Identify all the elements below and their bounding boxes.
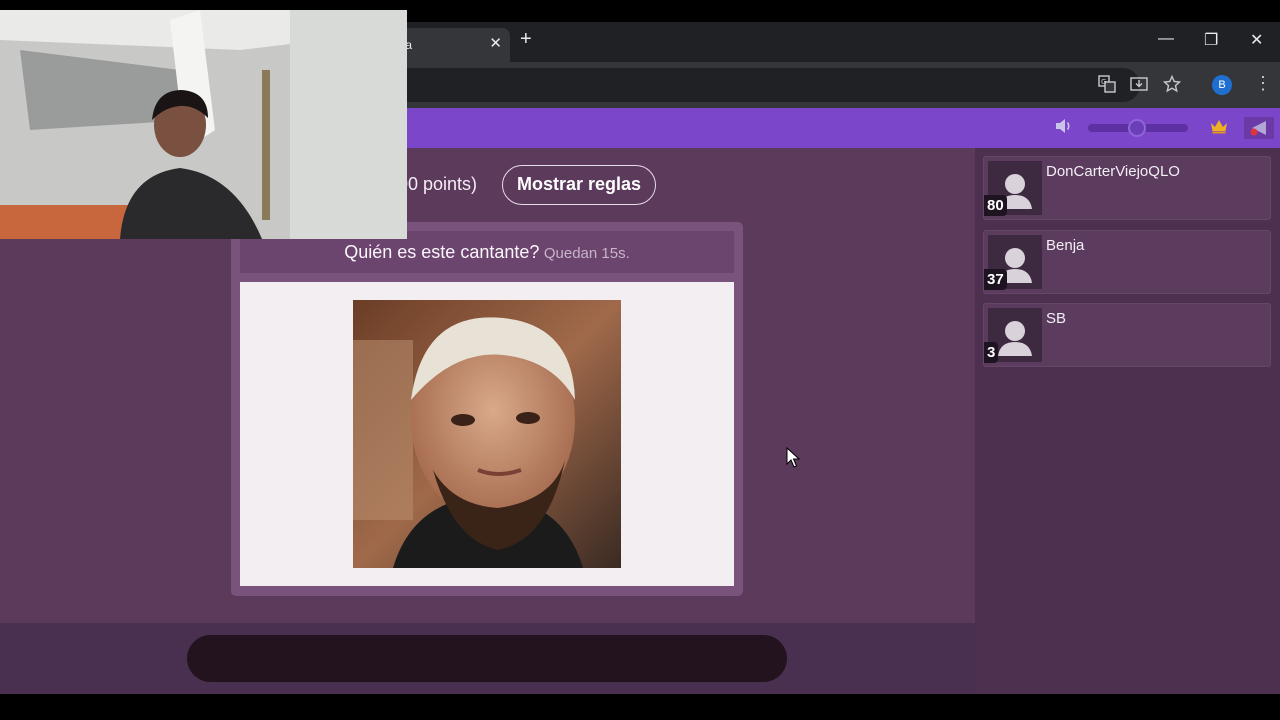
bookmark-star-icon[interactable] <box>1162 74 1182 98</box>
screen: nja ✕ + — ❐ ✕ G B ⋮ <box>0 0 1280 720</box>
player-name: SB <box>1046 310 1067 327</box>
player-card: DonCarterViejoQLO 80 <box>983 156 1271 220</box>
show-rules-button[interactable]: Mostrar reglas <box>502 165 656 205</box>
svg-text:G: G <box>1101 78 1106 86</box>
webcam-overlay <box>0 10 407 239</box>
points-label: 00 points) <box>398 174 478 194</box>
answer-input[interactable] <box>187 635 787 682</box>
question-image-panel <box>240 282 734 586</box>
player-score: 37 <box>984 269 1007 290</box>
translate-icon[interactable]: G <box>1098 75 1116 98</box>
browser-menu-icon[interactable]: ⋮ <box>1254 73 1272 94</box>
question-card: Quién es este cantante? Quedan 15s. <box>231 222 743 596</box>
player-score: 80 <box>984 195 1007 216</box>
volume-slider-handle[interactable] <box>1128 119 1146 137</box>
profile-avatar[interactable]: B <box>1212 75 1232 95</box>
new-tab-button[interactable]: + <box>520 28 532 51</box>
player-card: SB 3 <box>983 303 1271 367</box>
megaphone-icon[interactable] <box>1244 117 1274 139</box>
player-card: Benja 37 <box>983 230 1271 294</box>
restore-icon[interactable]: ❐ <box>1204 30 1218 50</box>
timer-text: Quedan 15s. <box>543 245 630 262</box>
install-app-icon[interactable] <box>1130 75 1148 98</box>
minimize-icon[interactable]: — <box>1158 30 1174 48</box>
close-tab-icon[interactable]: ✕ <box>489 34 502 52</box>
mouse-cursor-icon <box>786 446 801 469</box>
player-name: DonCarterViejoQLO <box>1046 163 1180 180</box>
crown-icon[interactable] <box>1209 118 1229 139</box>
volume-icon[interactable] <box>1054 117 1074 140</box>
question-text: Quién es este cantante? <box>344 242 540 262</box>
player-name: Benja <box>1046 237 1085 254</box>
close-window-icon[interactable]: ✕ <box>1250 30 1263 50</box>
singer-photo <box>353 300 621 568</box>
player-score: 3 <box>984 342 999 363</box>
